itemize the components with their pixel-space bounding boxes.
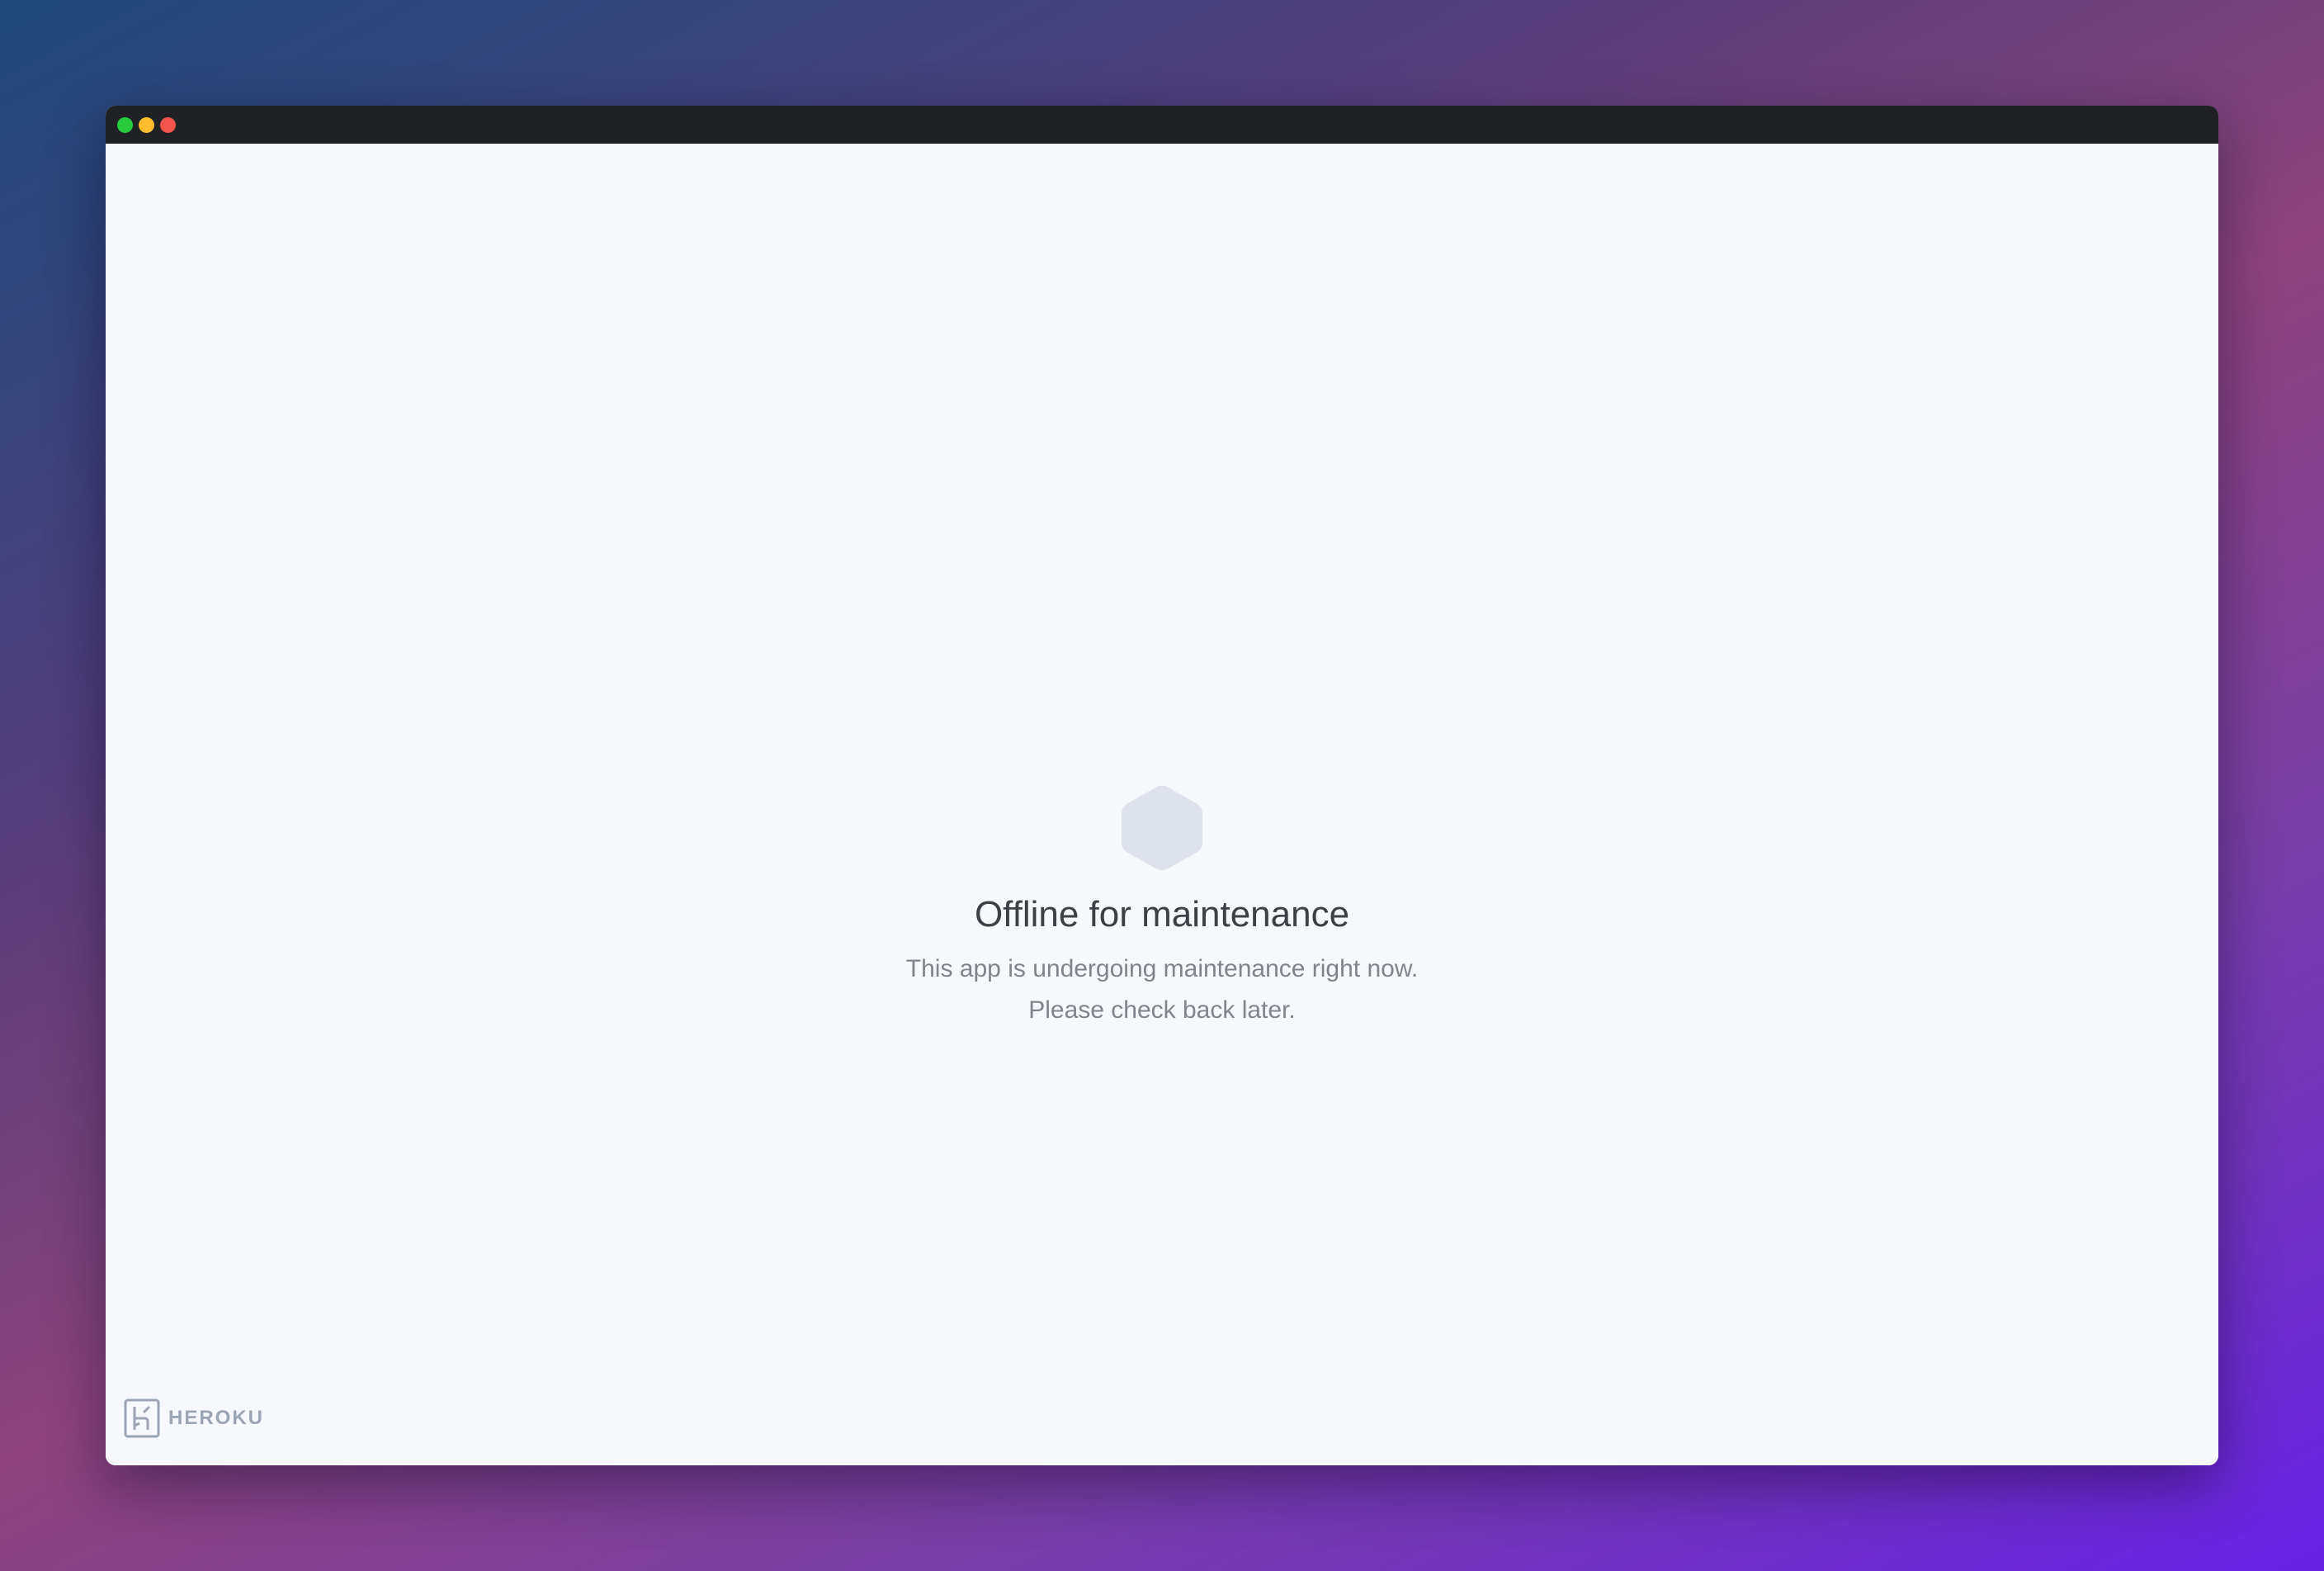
brand-name: HEROKU bbox=[168, 1407, 265, 1429]
maintenance-page: Offline for maintenance This app is unde… bbox=[106, 144, 2218, 1465]
hexagon-icon bbox=[1122, 785, 1202, 871]
browser-window: Offline for maintenance This app is unde… bbox=[106, 106, 2218, 1465]
maintenance-message-line1: This app is undergoing maintenance right… bbox=[905, 955, 1419, 982]
window-green-button[interactable] bbox=[117, 117, 133, 133]
heroku-logo-icon bbox=[124, 1398, 160, 1438]
page-title: Offline for maintenance bbox=[974, 894, 1350, 935]
window-titlebar bbox=[106, 106, 2218, 144]
maintenance-message-line2: Please check back later. bbox=[1028, 996, 1296, 1024]
window-yellow-button[interactable] bbox=[139, 117, 154, 133]
window-red-button[interactable] bbox=[160, 117, 176, 133]
